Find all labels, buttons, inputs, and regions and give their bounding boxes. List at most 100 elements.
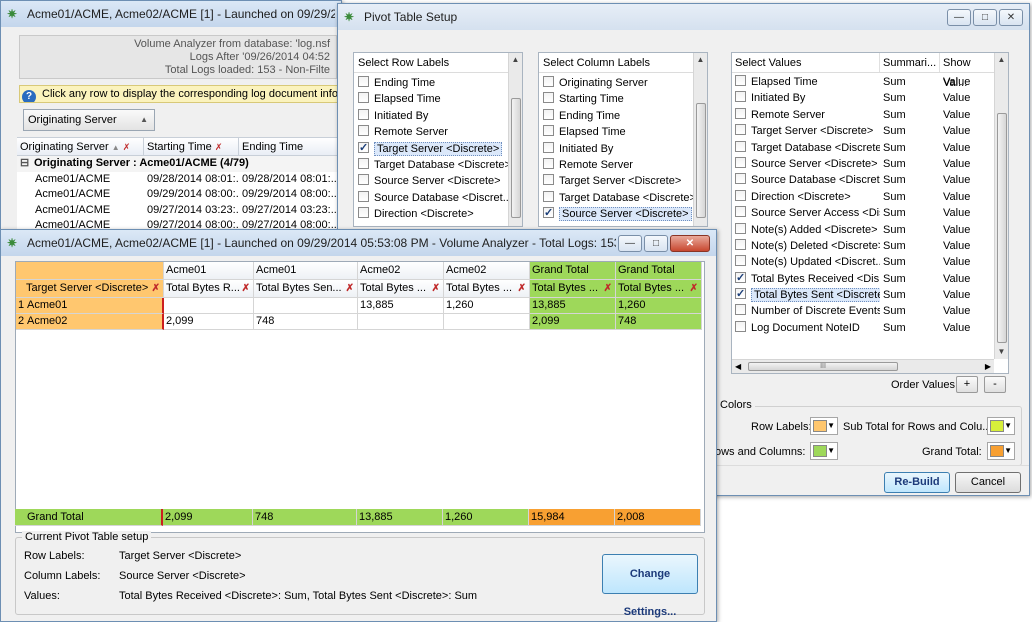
filter-clear-icon[interactable]: ✗ — [604, 280, 612, 297]
show-value-cell[interactable]: Value — [940, 222, 996, 238]
summarize-cell[interactable]: Sum — [880, 205, 940, 221]
row-label-cell[interactable]: 1 Acme01 — [16, 298, 164, 314]
value-row[interactable]: Remote Server Sum Value — [732, 107, 1008, 123]
filter-clear-icon[interactable]: ✗ — [518, 280, 526, 297]
column-group-header[interactable]: Grand Total — [616, 262, 702, 280]
checkbox[interactable] — [543, 157, 554, 169]
scroll-up-icon[interactable]: ▲ — [694, 53, 707, 67]
summarize-cell[interactable]: Sum — [880, 271, 940, 287]
checkbox[interactable] — [735, 75, 746, 86]
maximize-button[interactable]: □ — [973, 8, 997, 26]
value-cell[interactable] — [444, 314, 530, 330]
column-header-starting-time[interactable]: Starting Time ✗ — [144, 138, 239, 156]
checkbox[interactable] — [735, 304, 746, 316]
checkbox[interactable] — [735, 156, 746, 168]
collapse-icon[interactable]: ⊟ — [17, 156, 31, 172]
value-cell[interactable]: 13,885 — [358, 298, 444, 314]
column-label-item[interactable]: Target Server <Discrete> — [539, 173, 707, 189]
setup-window-titlebar[interactable]: ✷ Pivot Table Setup — □ ✕ — [338, 4, 1029, 30]
scroll-left-icon[interactable]: ◀ — [735, 360, 741, 374]
value-cell[interactable] — [358, 314, 444, 330]
row-label-item[interactable]: Initiated By — [354, 108, 522, 124]
summarize-cell[interactable]: Sum — [880, 287, 940, 303]
group-by-dropdown[interactable]: Originating Server ▲ — [23, 109, 155, 131]
field-header[interactable]: Total Bytes ... ✗ — [530, 280, 616, 298]
scroll-thumb[interactable] — [997, 113, 1007, 343]
show-value-cell[interactable]: Value — [940, 74, 996, 90]
checkbox[interactable] — [543, 125, 554, 137]
value-row[interactable]: Source Server Access <Dis... Sum Value — [732, 205, 1008, 221]
checkbox[interactable] — [735, 173, 746, 185]
column-label-item[interactable]: Initiated By — [539, 141, 707, 157]
checkbox[interactable] — [358, 207, 369, 219]
show-value-cell[interactable]: Value — [940, 123, 996, 139]
field-header[interactable]: Total Bytes R... ✗ — [164, 280, 254, 298]
scroll-up-icon[interactable]: ▲ — [995, 53, 1008, 67]
show-value-cell[interactable]: Value — [940, 320, 996, 336]
value-cell[interactable]: 1,260 — [444, 298, 530, 314]
value-cell[interactable]: 2,099 — [530, 314, 616, 330]
row-label-item[interactable]: Ending Time — [354, 75, 522, 91]
checkbox[interactable] — [358, 108, 369, 120]
checkbox[interactable] — [735, 189, 746, 201]
column-group-header[interactable]: Acme01 — [164, 262, 254, 280]
checkbox[interactable] — [358, 174, 369, 186]
checkbox[interactable] — [543, 92, 554, 104]
back-window-titlebar[interactable]: ✷ Acme01/ACME, Acme02/ACME [1] - Launche… — [1, 1, 341, 27]
value-row[interactable]: Source Server <Discrete> Sum Value — [732, 156, 1008, 172]
pivot-window-titlebar[interactable]: ✷ Acme01/ACME, Acme02/ACME [1] - Launche… — [1, 230, 716, 256]
filter-clear-icon[interactable]: ✗ — [690, 280, 698, 297]
checkbox[interactable] — [358, 76, 369, 87]
grand-total-cell[interactable]: 2,008 — [615, 509, 701, 526]
value-row[interactable]: Target Server <Discrete> Sum Value — [732, 123, 1008, 139]
subtotal-color-picker[interactable]: ▼ — [987, 417, 1015, 435]
summarize-cell[interactable]: Sum — [880, 222, 940, 238]
row-labels-color-picker[interactable]: ▼ — [810, 417, 838, 435]
row-label-item[interactable]: Source Database <Discret... — [354, 190, 522, 206]
table-row[interactable]: 2 Acme02 2,099 748 2,099 748 — [16, 314, 702, 332]
filter-clear-icon[interactable]: ✗ — [432, 280, 440, 297]
checkbox[interactable] — [358, 190, 369, 202]
checkbox[interactable] — [735, 271, 746, 286]
rebuild-button[interactable]: Re-Build — [884, 472, 950, 493]
checkbox[interactable] — [543, 190, 554, 202]
value-row[interactable]: Number of Discrete Events Sum Value — [732, 303, 1008, 319]
order-down-button[interactable]: - — [984, 376, 1006, 393]
summarize-cell[interactable]: Sum — [880, 320, 940, 336]
value-cell[interactable] — [254, 298, 358, 314]
scroll-right-icon[interactable]: ▶ — [985, 360, 991, 374]
summarize-cell[interactable]: Sum — [880, 189, 940, 205]
value-row[interactable]: Note(s) Deleted <Discrete> Sum Value — [732, 238, 1008, 254]
summarize-cell[interactable]: Sum — [880, 123, 940, 139]
value-cell[interactable]: 748 — [616, 314, 702, 330]
summarize-cell[interactable]: Sum — [880, 90, 940, 106]
row-label-cell[interactable]: 2 Acme02 — [16, 314, 164, 330]
column-group-header[interactable]: Grand Total — [530, 262, 616, 280]
value-cell[interactable]: 2,099 — [164, 314, 254, 330]
show-value-cell[interactable]: Value — [940, 172, 996, 188]
scroll-thumb[interactable] — [511, 98, 521, 218]
summarize-cell[interactable]: Sum — [880, 107, 940, 123]
value-cell[interactable] — [164, 298, 254, 314]
change-settings-button[interactable]: Change Settings... — [602, 554, 698, 618]
column-label-item[interactable]: Ending Time — [539, 108, 707, 124]
value-row[interactable]: Source Database <Discret... Sum Value — [732, 172, 1008, 188]
show-value-cell[interactable]: Value — [940, 90, 996, 106]
value-row[interactable]: Initiated By Sum Value — [732, 90, 1008, 106]
value-cell[interactable]: 13,885 — [530, 298, 616, 314]
cancel-button[interactable]: Cancel — [955, 472, 1021, 493]
order-up-button[interactable]: + — [956, 376, 978, 393]
checkbox[interactable] — [358, 92, 369, 104]
row-label-item[interactable]: Target Server <Discrete> — [354, 141, 522, 157]
checkbox[interactable] — [735, 222, 746, 234]
field-header[interactable]: Target Server <Discrete> ✗ — [16, 280, 164, 298]
minimize-button[interactable]: — — [947, 8, 971, 26]
checkbox[interactable] — [543, 76, 554, 87]
show-value-cell[interactable]: Value — [940, 156, 996, 172]
checkbox[interactable] — [735, 107, 746, 119]
column-header-show-values[interactable]: Show Val... — [940, 53, 996, 89]
summarize-cell[interactable]: Sum — [880, 140, 940, 156]
column-header-ending-time[interactable]: Ending Time — [239, 138, 343, 156]
value-row[interactable]: Total Bytes Sent <Discrete>SumValue — [732, 287, 1008, 303]
column-label-item[interactable]: Target Database <Discrete> — [539, 190, 707, 206]
